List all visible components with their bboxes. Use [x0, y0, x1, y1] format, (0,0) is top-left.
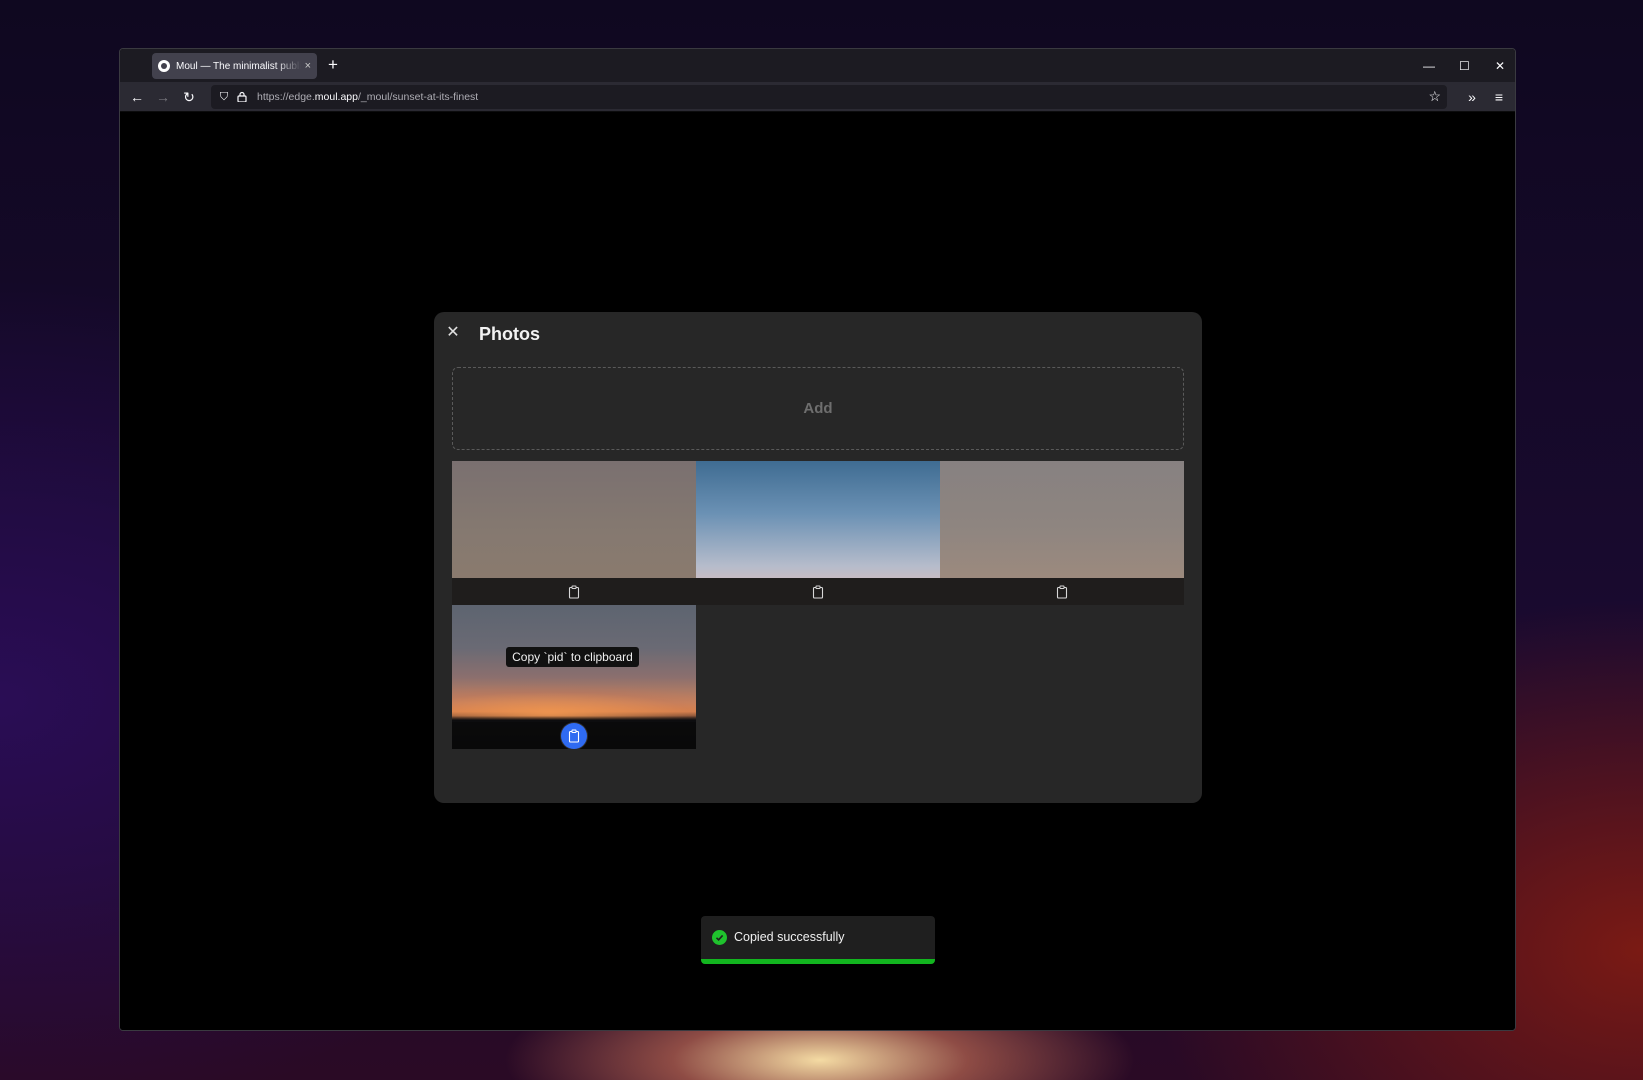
tab-close-icon[interactable]: × — [305, 60, 311, 72]
success-toast: Copied successfully — [701, 916, 935, 964]
add-photo-dropzone[interactable]: Add — [452, 367, 1184, 450]
back-button[interactable]: ← — [128, 88, 146, 106]
overflow-icon[interactable]: » — [1463, 88, 1481, 106]
copy-tooltip: Copy `pid` to clipboard — [506, 647, 639, 667]
photo-1[interactable] — [452, 461, 696, 605]
photo-image — [696, 461, 940, 578]
tab-moul[interactable]: Moul — The minimalist publishing × — [152, 53, 317, 79]
tab-title: Moul — The minimalist publishing — [176, 60, 301, 72]
lock-icon[interactable] — [235, 91, 249, 104]
window-close-icon[interactable]: ✕ — [1495, 59, 1505, 73]
clipboard-icon[interactable] — [1055, 585, 1069, 599]
nav-bar: ← → ↻ ⛉ https://edge.moul.app/_moul/suns… — [120, 82, 1515, 112]
new-tab-button[interactable]: + — [328, 55, 338, 75]
clipboard-icon — [568, 729, 580, 743]
shield-icon[interactable]: ⛉ — [217, 91, 231, 104]
check-circle-icon — [712, 930, 727, 945]
url-bar[interactable]: ⛉ https://edge.moul.app/_moul/sunset-at-… — [211, 85, 1447, 109]
forward-button[interactable]: → — [154, 88, 172, 106]
reload-button[interactable]: ↻ — [180, 88, 198, 106]
toast-progress-bar — [701, 959, 935, 964]
menu-icon[interactable]: ≡ — [1490, 88, 1508, 106]
toast-message: Copied successfully — [734, 930, 845, 944]
bookmark-star-icon[interactable]: ☆ — [1428, 88, 1441, 105]
modal-title: Photos — [479, 324, 540, 344]
photo-2[interactable] — [696, 461, 940, 605]
photo-action-bar — [696, 578, 940, 605]
photo-3[interactable] — [940, 461, 1184, 605]
photos-modal: ✕ Photos Add — [434, 312, 1202, 803]
minimize-icon[interactable]: — — [1423, 59, 1435, 73]
window-controls: — ☐ ✕ — [1423, 49, 1505, 82]
clipboard-icon[interactable] — [567, 585, 581, 599]
browser-window: Moul — The minimalist publishing × + — ☐… — [119, 48, 1516, 1031]
favicon-icon — [158, 60, 170, 72]
maximize-icon[interactable]: ☐ — [1459, 59, 1470, 73]
tab-bar: Moul — The minimalist publishing × + — ☐… — [120, 49, 1515, 82]
photo-4[interactable] — [452, 605, 696, 749]
photo-image — [940, 461, 1184, 578]
photo-action-bar — [940, 578, 1184, 605]
add-label: Add — [803, 400, 833, 417]
photo-action-bar — [452, 722, 696, 749]
photo-image — [452, 461, 696, 578]
modal-close-button[interactable]: ✕ — [446, 323, 460, 343]
photo-action-bar — [452, 578, 696, 605]
copy-pid-button[interactable] — [561, 722, 587, 749]
url-text[interactable]: https://edge.moul.app/_moul/sunset-at-it… — [257, 91, 478, 103]
clipboard-icon[interactable] — [811, 585, 825, 599]
